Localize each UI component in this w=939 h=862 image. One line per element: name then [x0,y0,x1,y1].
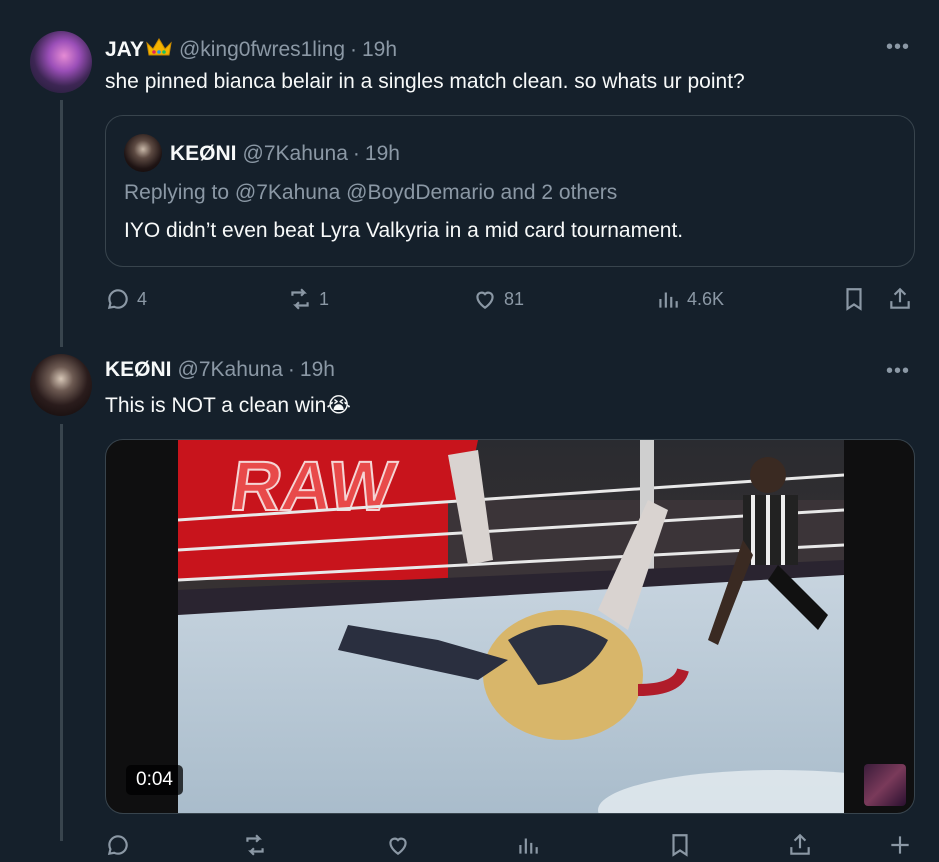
video-thumbnail [864,764,906,806]
like-icon [389,837,407,855]
share-button[interactable] [887,286,913,312]
tweet-header: JAY @king0fwres1ling · 19h [105,34,397,62]
tweet-text-body: This is NOT a clean win [105,394,327,417]
author-handle[interactable]: @7Kahuna [178,358,283,382]
tweet-time[interactable]: 19h [362,38,397,62]
like-button[interactable]: 81 [472,286,524,312]
repost-button[interactable] [242,832,268,858]
more-actions-button[interactable] [887,832,913,858]
like-icon [476,291,494,309]
author-name[interactable]: JAY [105,38,144,62]
views-button[interactable]: 4.6K [655,286,724,312]
more-icon[interactable]: ••• [886,36,910,59]
separator-dot: · [352,142,360,165]
video-player[interactable]: RAW 0:04 [105,439,915,814]
like-count: 81 [504,288,525,309]
crown-icon [145,36,173,58]
crying-emoji: 😭 [326,394,351,417]
reply-icon [107,835,128,856]
share-icon [890,287,910,309]
tweet-text: This is NOT a clean win😭 [105,393,351,418]
views-icon [659,292,678,308]
repost-icon [291,288,309,310]
raw-banner-text: RAW [226,446,401,525]
reply-count: 4 [137,288,148,309]
thread-line [60,100,63,347]
quote-header: KEØNI @7Kahuna · 19h [170,142,400,166]
quote-author-name: KEØNI [170,142,237,165]
reply-button[interactable]: 4 [105,286,147,312]
replying-to: Replying to @7Kahuna @BoydDemario and 2 … [124,181,617,205]
share-button[interactable] [787,832,813,858]
replying-mentions: @7Kahuna @BoydDemario [234,181,495,204]
separator-dot: · [350,38,357,61]
avatar-keoni[interactable] [30,354,92,416]
repost-icon [246,834,264,856]
quote-author-handle: @7Kahuna [242,142,348,165]
repost-button[interactable]: 1 [287,286,329,312]
tweet-header: KEØNI @7Kahuna · 19h [105,358,335,382]
tweet-actions-partial [105,832,915,862]
quote-avatar [124,134,162,172]
thread-line [60,424,63,841]
plus-icon [891,836,909,854]
reply-icon [107,289,128,310]
like-button[interactable] [385,832,411,858]
author-handle[interactable]: @king0fwres1ling [179,38,345,62]
author-name[interactable]: KEØNI [105,358,172,382]
replying-prefix: Replying to [124,181,230,204]
views-icon [519,838,538,854]
tweet-time[interactable]: 19h [300,358,335,382]
bookmark-button[interactable] [841,286,867,312]
video-frame[interactable]: RAW [178,440,844,813]
replying-suffix: and 2 others [500,181,618,204]
wrestling-video-still: RAW [178,440,844,813]
tweet-text: she pinned bianca belair in a singles ma… [105,70,745,93]
quote-time: 19h [364,142,400,165]
video-duration: 0:04 [126,765,183,795]
tweet-actions: 4 1 81 4.6K [105,286,915,316]
quote-text: IYO didn’t even beat Lyra Valkyria in a … [124,219,684,242]
separator-dot: · [287,358,295,381]
reply-button[interactable] [105,832,131,858]
bookmark-icon [672,834,688,857]
bookmark-button[interactable] [667,832,693,858]
more-icon[interactable]: ••• [886,360,910,383]
repost-count: 1 [319,288,330,309]
views-button[interactable] [515,832,541,858]
avatar-jay[interactable] [30,31,92,93]
share-icon [790,833,810,855]
bookmark-icon [846,288,862,311]
views-count: 4.6K [687,288,725,309]
